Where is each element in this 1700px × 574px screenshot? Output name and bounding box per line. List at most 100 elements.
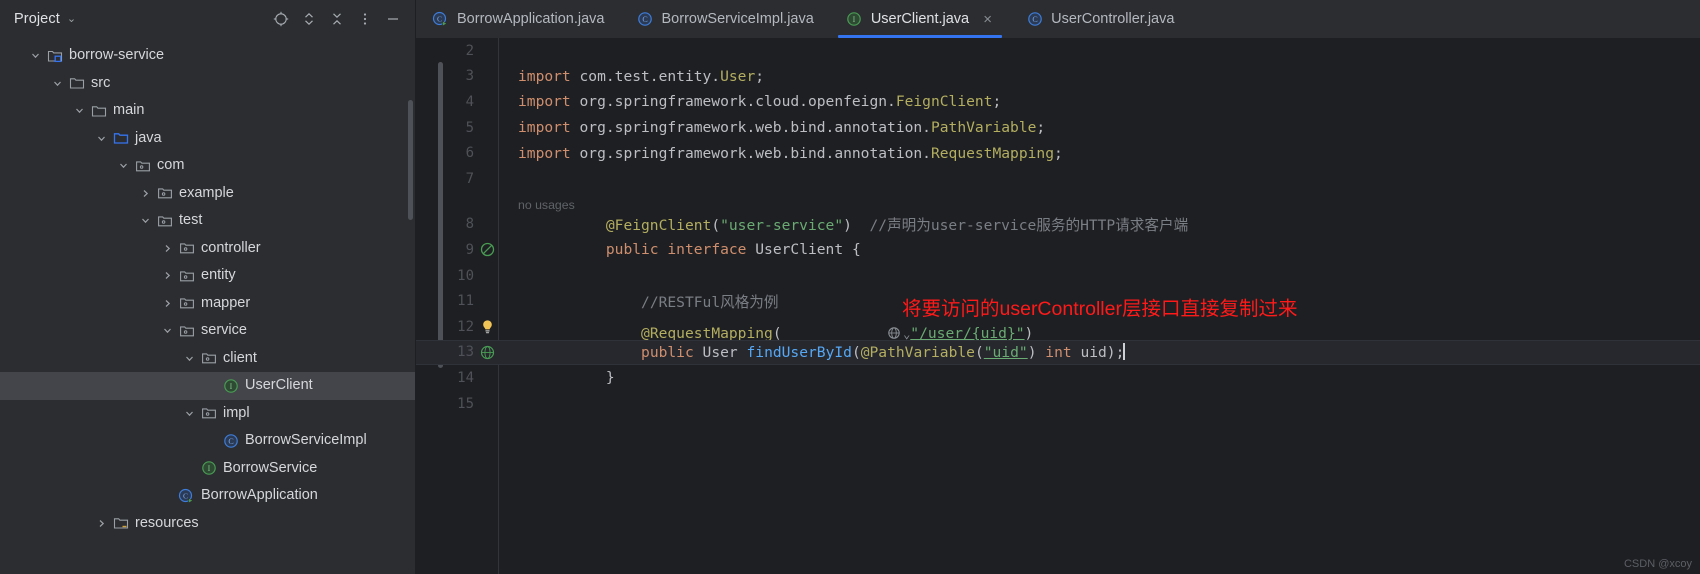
chevron-right-icon[interactable] [94, 516, 109, 531]
code-token: import [518, 119, 580, 137]
code-line: 5 import org.springframework.web.bind.an… [416, 115, 1700, 141]
editor-tab-label: BorrowServiceImpl.java [661, 11, 814, 27]
line-number: 15 [457, 395, 474, 412]
tree-node-label: borrow-service [69, 47, 165, 63]
editor-tab[interactable]: I UserClient.java × [829, 0, 1011, 38]
tree-node-label: com [157, 157, 185, 173]
package-icon [178, 240, 195, 257]
code-token: import [518, 144, 580, 162]
collapse-all-icon[interactable] [323, 5, 351, 33]
tree-node-label: java [135, 129, 162, 146]
chevron-down-icon[interactable] [182, 406, 197, 421]
svg-text:I: I [207, 464, 210, 473]
tree-node-label: UserClient [245, 377, 313, 393]
tree-node-label: client [223, 349, 257, 366]
code-token: FeignClient [895, 93, 993, 111]
code-token: User [720, 67, 756, 85]
folder-icon [68, 75, 85, 92]
chevron-down-icon[interactable] [28, 48, 43, 63]
line-number: 10 [457, 267, 474, 284]
folder-icon [90, 102, 107, 119]
svg-text:C: C [1032, 15, 1037, 24]
editor-tab[interactable]: C UserController.java [1010, 0, 1190, 38]
line-tail: ); [1106, 344, 1125, 362]
sidebar-scrollbar[interactable] [408, 100, 413, 220]
chevron-right-icon[interactable] [160, 268, 175, 283]
chevron-down-icon[interactable] [116, 158, 131, 173]
tree-node-selected[interactable]: I UserClient [0, 372, 415, 400]
module-folder-icon [46, 47, 63, 64]
chevron-down-icon[interactable] [138, 213, 153, 228]
code-line: 9 public interface UserClient { [416, 237, 1700, 263]
tree-node[interactable]: test [0, 207, 415, 235]
chevron-right-icon[interactable] [160, 241, 175, 256]
code-line: 7 [416, 166, 1700, 192]
code-token: org.springframework.cloud.openfeign. [579, 93, 896, 111]
param-type: int [1045, 344, 1072, 362]
editor-tabbar: C BorrowApplication.java C BorrowServiceImp… [416, 0, 1700, 38]
editor-tab[interactable]: C BorrowApplication.java [416, 0, 621, 38]
project-tree[interactable]: borrow-service src main java com example test c… [0, 38, 415, 574]
chevron-down-icon[interactable] [160, 323, 175, 338]
editor-area: C BorrowApplication.java C BorrowServiceImp… [416, 0, 1700, 574]
chevron-right-icon[interactable] [138, 186, 153, 201]
runnable-class-icon: C [432, 11, 449, 28]
tree-node-label: BorrowApplication [201, 487, 318, 503]
tree-node[interactable]: C BorrowServiceImpl [0, 427, 415, 455]
tree-node[interactable]: borrow-service [0, 42, 415, 70]
svg-text:I: I [853, 15, 856, 24]
chevron-right-icon[interactable] [160, 296, 175, 311]
code-line: 3 import com.test.entity.User; [416, 64, 1700, 90]
web-endpoint-icon[interactable] [476, 345, 498, 360]
package-icon [156, 212, 173, 229]
tree-node[interactable]: src [0, 70, 415, 98]
chevron-down-icon[interactable] [50, 76, 65, 91]
tree-node[interactable]: C BorrowApplication [0, 482, 415, 510]
tree-node[interactable]: I BorrowService [0, 455, 415, 483]
resource-folder-icon [112, 515, 129, 532]
locate-icon[interactable] [267, 5, 295, 33]
chevron-down-icon[interactable] [94, 131, 109, 146]
tree-node[interactable]: service [0, 317, 415, 345]
intention-bulb-icon[interactable] [476, 319, 498, 335]
minimize-icon[interactable] [379, 5, 407, 33]
tree-node-label: test [179, 212, 203, 228]
tree-node-label: main [113, 102, 145, 118]
code-token: org.springframework.web.bind.annotation. [579, 144, 931, 162]
more-options-icon[interactable] [351, 5, 379, 33]
package-icon [178, 295, 195, 312]
code-token: org.springframework.web.bind.annotation. [579, 119, 931, 137]
tree-node[interactable]: controller [0, 235, 415, 263]
tree-node[interactable]: main [0, 97, 415, 125]
interface-icon: I [222, 377, 239, 394]
public-keyword: public [605, 241, 659, 259]
package-icon [178, 322, 195, 339]
chevron-down-icon[interactable] [72, 103, 87, 118]
red-annotation-note: 将要访问的userController层接口直接复制过来 [902, 298, 1298, 320]
paren: ( [851, 344, 861, 362]
project-panel-header: Project ⌄ [0, 0, 415, 38]
tree-node-label: BorrowServiceImpl [245, 432, 367, 448]
path-variable-annotation: @PathVariable [860, 344, 975, 362]
tree-node-label: example [179, 184, 234, 201]
ide-window: Project ⌄ borrow-service src main java c… [0, 0, 1700, 574]
tree-node[interactable]: mapper [0, 290, 415, 318]
code-line: 4 import org.springframework.cloud.openf… [416, 89, 1700, 115]
panel-toolbar [267, 5, 407, 33]
tree-node[interactable]: resources [0, 510, 415, 538]
tree-node-label: service [201, 322, 247, 338]
tree-node[interactable]: com [0, 152, 415, 180]
chevron-down-icon[interactable]: ⌄ [67, 13, 76, 25]
close-icon[interactable]: × [981, 12, 994, 27]
tree-node[interactable]: java [0, 125, 415, 153]
editor-tab-label: UserClient.java [870, 11, 970, 27]
chevron-down-icon[interactable] [182, 351, 197, 366]
tree-node[interactable]: entity [0, 262, 415, 290]
code-token: com.test.entity. [579, 67, 721, 85]
expand-collapse-icon[interactable] [295, 5, 323, 33]
tree-node[interactable]: example [0, 180, 415, 208]
editor-tab[interactable]: C BorrowServiceImpl.java [621, 0, 830, 38]
tree-node[interactable]: client [0, 345, 415, 373]
tree-node[interactable]: impl [0, 400, 415, 428]
implemented-icon[interactable] [476, 242, 498, 257]
